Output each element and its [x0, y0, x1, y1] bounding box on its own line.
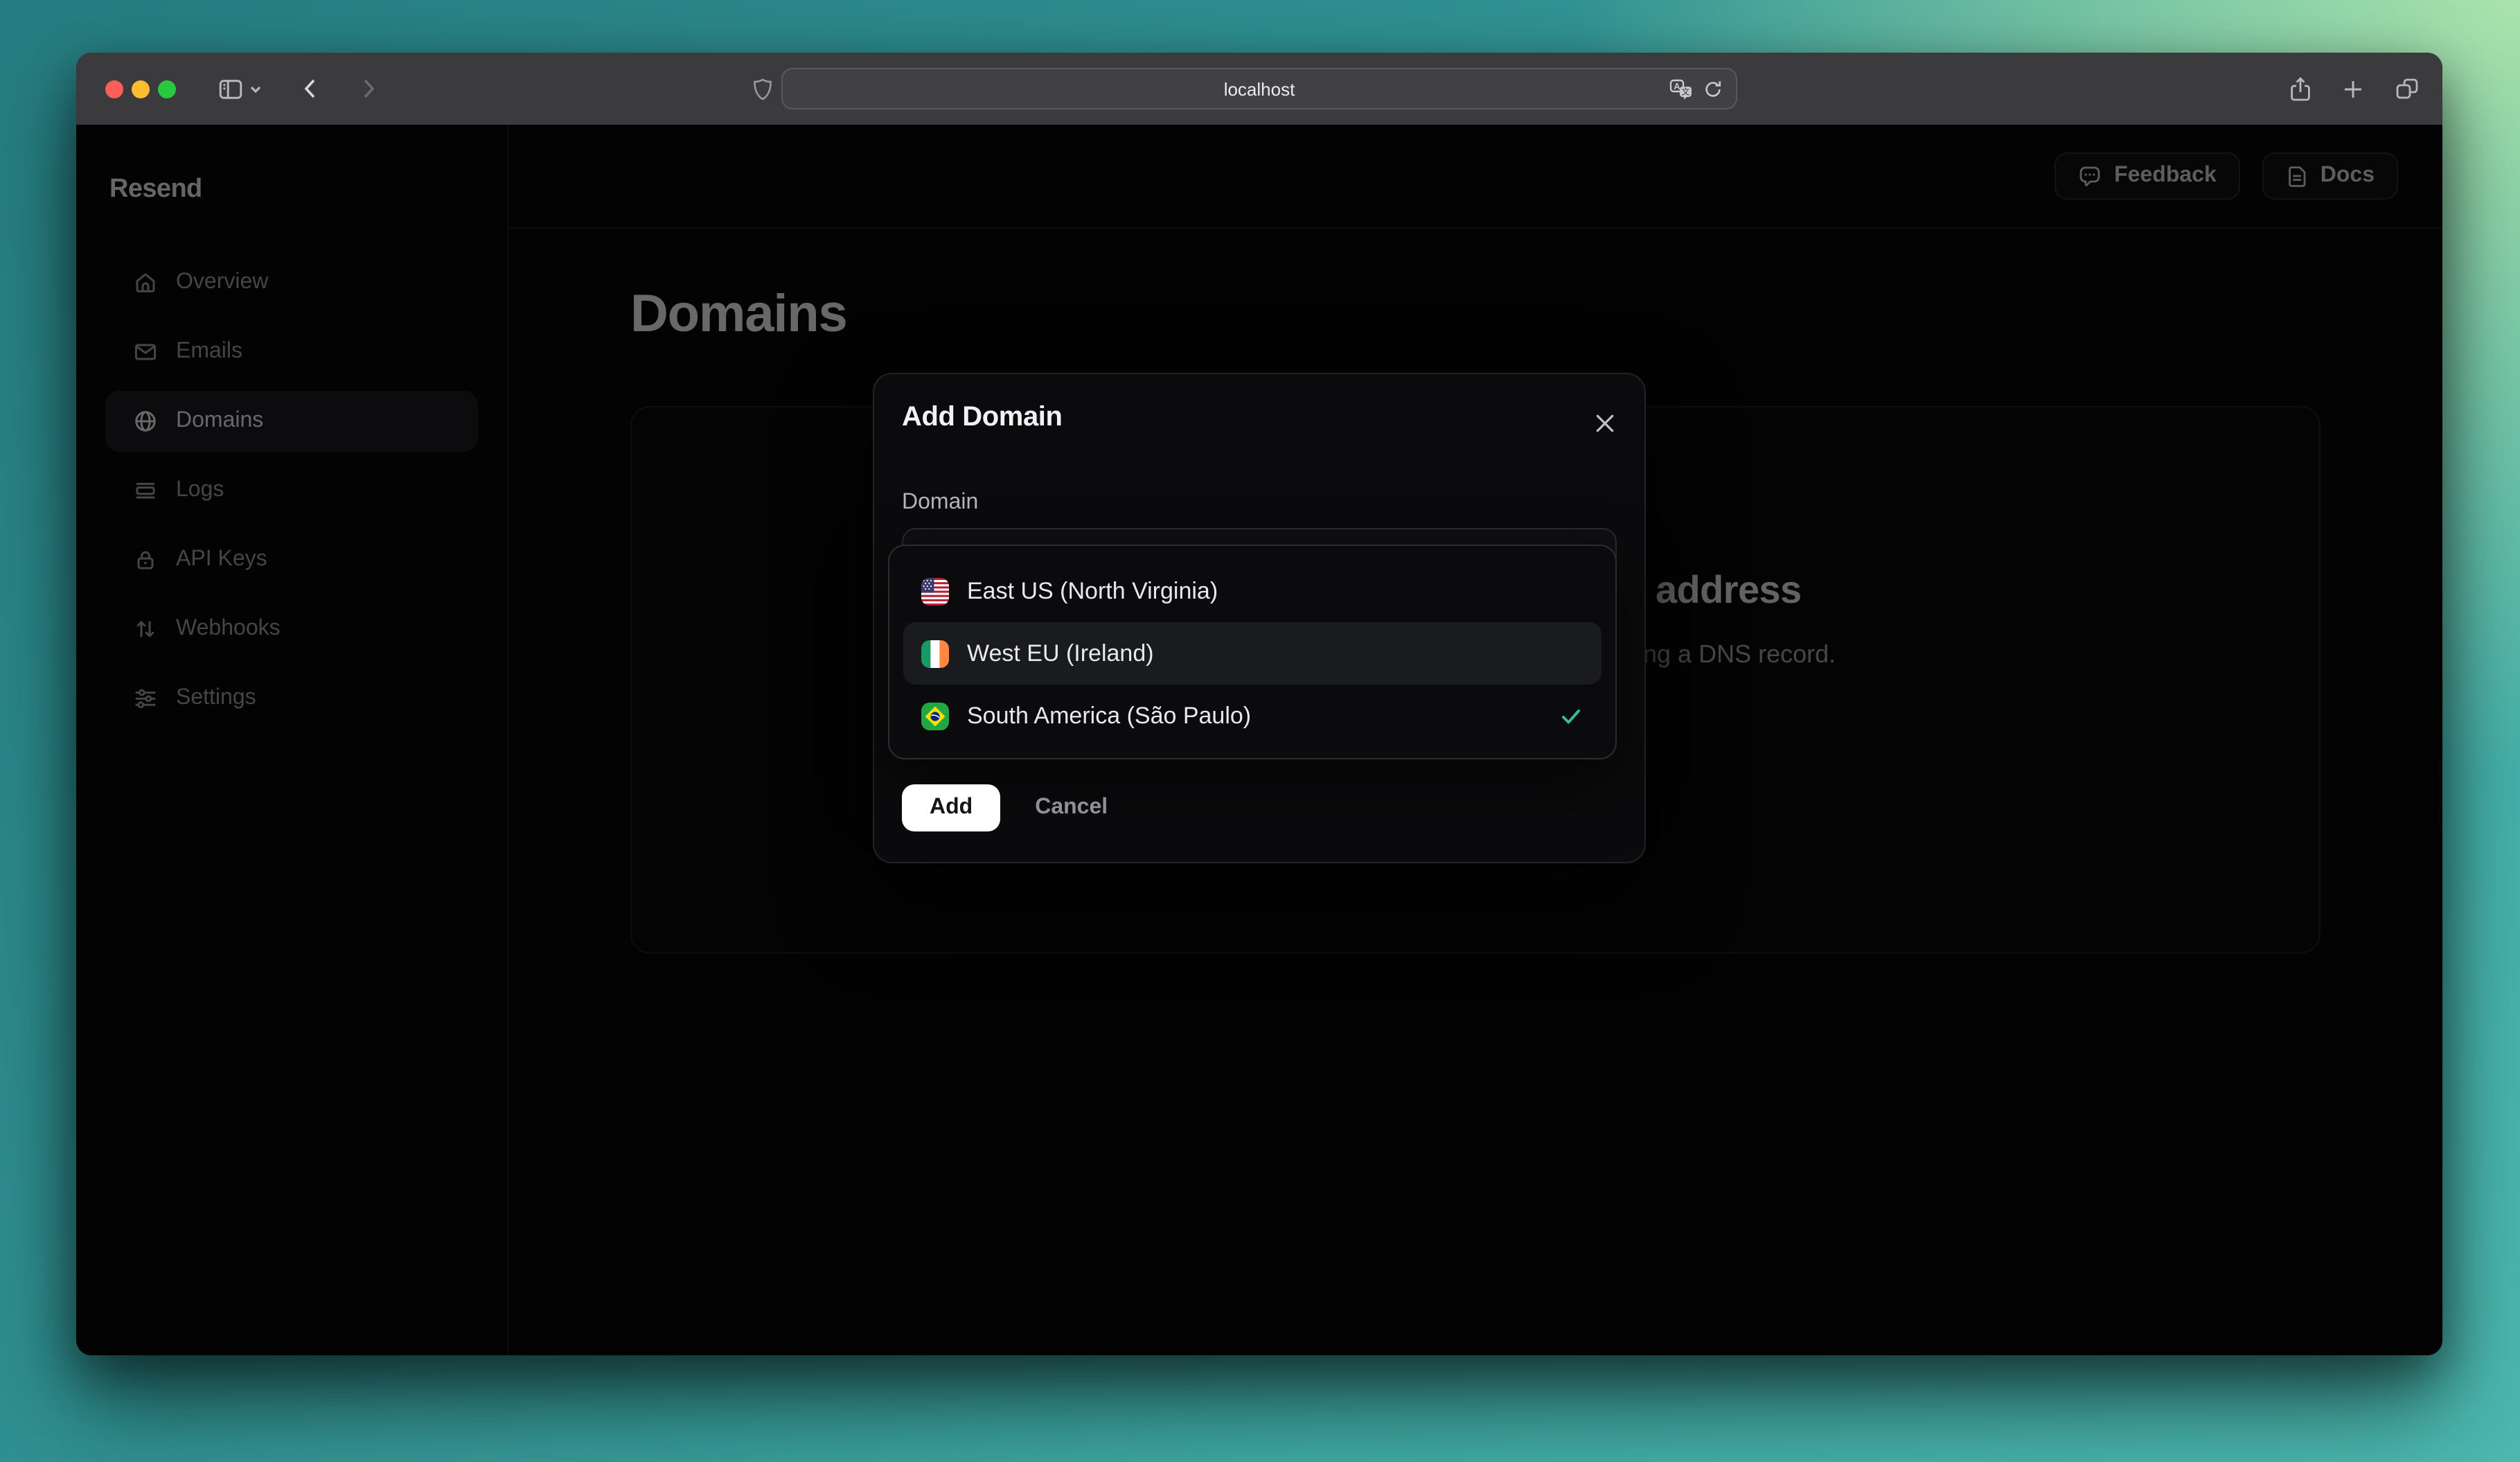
ireland-flag	[921, 640, 949, 667]
translate-icon[interactable]: A 文	[1669, 78, 1693, 99]
region-option-label: West EU (Ireland)	[967, 640, 1154, 666]
domain-field-label: Domain	[902, 491, 979, 514]
close-window-button[interactable]	[105, 80, 123, 98]
svg-text:A: A	[1674, 80, 1680, 91]
back-button[interactable]	[295, 53, 326, 125]
svg-text:文: 文	[1681, 86, 1689, 96]
cancel-button[interactable]: Cancel	[1035, 795, 1108, 820]
zoom-window-button[interactable]	[158, 80, 176, 98]
chevron-down-icon[interactable]	[245, 53, 265, 125]
reload-icon[interactable]	[1703, 78, 1723, 99]
tab-overview-icon[interactable]	[2390, 53, 2423, 125]
browser-window: localhost A 文 Add Domain Domain East US …	[76, 53, 2442, 1355]
minimize-window-button[interactable]	[132, 80, 150, 98]
forward-button[interactable]	[353, 53, 384, 125]
modal-title: Add Domain	[902, 402, 1063, 432]
region-option-south-america[interactable]: South America (São Paulo)	[903, 685, 1601, 747]
region-dropdown: East US (North Virginia) West EU (Irelan…	[888, 545, 1617, 759]
traffic-lights	[105, 80, 176, 98]
sidebar-toggle-icon[interactable]	[213, 53, 247, 125]
modal-footer: Add Cancel	[902, 784, 1108, 831]
region-option-east-us[interactable]: East US (North Virginia)	[903, 560, 1601, 622]
region-option-label: South America (São Paulo)	[967, 702, 1252, 728]
region-option-label: East US (North Virginia)	[967, 577, 1218, 604]
resend-app: Resend Overview	[76, 125, 2442, 1355]
desktop-background: localhost A 文 Add Domain Domain East US …	[0, 0, 2520, 1462]
share-icon[interactable]	[2284, 53, 2315, 125]
check-icon	[1559, 703, 1583, 728]
us-flag	[921, 577, 949, 605]
add-domain-modal: Add Domain Domain East US (North Virgini…	[873, 373, 1646, 863]
address-bar[interactable]: localhost A 文	[781, 68, 1737, 109]
close-icon[interactable]	[1592, 410, 1617, 435]
browser-toolbar: localhost A 文	[76, 53, 2442, 125]
new-tab-icon[interactable]	[2337, 53, 2368, 125]
brazil-flag	[921, 702, 949, 730]
url-text: localhost	[1223, 78, 1295, 99]
add-button[interactable]: Add	[902, 784, 1001, 831]
region-option-west-eu[interactable]: West EU (Ireland)	[903, 622, 1601, 685]
privacy-shield-icon[interactable]	[747, 53, 777, 125]
